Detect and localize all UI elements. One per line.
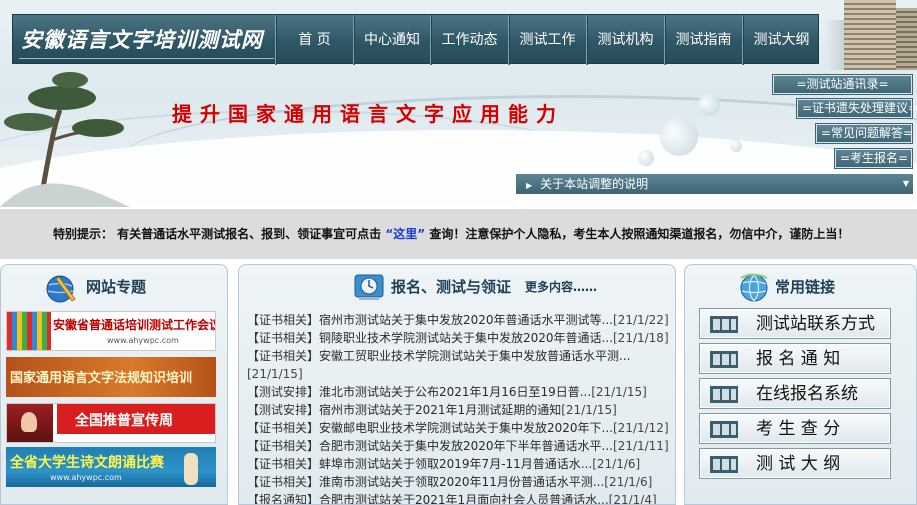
film-icon [710, 316, 738, 333]
globe-icon [740, 273, 768, 302]
triangle-down-icon: ▼ [902, 179, 909, 188]
link-score-query[interactable]: 考 生 查 分 [699, 413, 891, 444]
decor-bubble [730, 140, 742, 152]
decor-bubble [698, 94, 720, 116]
site-notice-text: 关于本站调整的说明 [540, 177, 649, 191]
list-item[interactable]: 【证书相关】安徽邮电职业技术学院测试站关于集中发放2020年下...[21/1/… [247, 419, 672, 437]
link-label: 测试站联系方式 [756, 314, 875, 334]
topics-title: 网站专题 [86, 278, 147, 296]
special-notice-suffix: 查询！注意保护个人隐私，考生本人按照通知渠道报名，勿信中介，谨防上当！ [429, 227, 850, 241]
nav-testing-work[interactable]: 测试工作 [508, 15, 586, 65]
nav-testing-syllabus[interactable]: 测试大纲 [742, 15, 820, 65]
triangle-right-icon: ▶ [526, 181, 533, 190]
links-title: 常用链接 [775, 278, 836, 296]
news-more-link[interactable]: 更多内容…… [525, 278, 597, 295]
pine-tree-image [0, 72, 130, 207]
page: 安徽语言文字培训测试网 首 页 中心通知 工作动态 测试工作 测试机构 测试指南… [0, 0, 917, 505]
list-item[interactable]: 【报名通知】合肥市测试站关于2021年1月面向社会人员普通话水...[21/1/… [247, 491, 672, 504]
list-item[interactable]: 【证书相关】淮南市测试站关于领取2020年11月份普通话水平测...[21/1/… [247, 473, 672, 491]
list-item[interactable]: 【证书相关】宿州市测试站关于集中发放2020年普通话水平测试等...[21/1/… [247, 311, 672, 329]
link-label: 报 名 通 知 [756, 349, 841, 369]
link-label: 在线报名系统 [756, 384, 858, 404]
nav-work-news[interactable]: 工作动态 [430, 15, 508, 65]
quick-link-lost-certificate[interactable]: =证书遗失处理建议= [796, 98, 917, 119]
film-icon [710, 456, 738, 473]
site-notice-bar[interactable]: ▶ 关于本站调整的说明 ▼ [516, 174, 913, 194]
monitor-clock-icon [354, 274, 384, 300]
link-test-syllabus[interactable]: 测 试 大 纲 [699, 448, 891, 479]
film-icon [710, 386, 738, 403]
topic-banner-poetry-contest[interactable]: 全省大学生诗文朗诵比赛 www.ahywpc.com [6, 447, 216, 487]
news-panel: 报名、测试与领证 更多内容…… 【证书相关】宿州市测试站关于集中发放2020年普… [238, 264, 676, 505]
links-panel: 常用链接 测试站联系方式 报 名 通 知 在线报名系统 考 生 查 分 测 试 … [684, 264, 917, 505]
topic-banner-training-meeting[interactable]: 安徽省普通话培训测试工作会议 www.ahywpc.com [6, 311, 216, 351]
list-item[interactable]: 【测试安排】宿州市测试站关于2021年1月测试延期的通知[21/1/15] [247, 401, 672, 419]
logo-underline [19, 58, 274, 59]
site-logo[interactable]: 安徽语言文字培训测试网 [21, 23, 273, 57]
top-nav-bar: 安徽语言文字培训测试网 首 页 中心通知 工作动态 测试工作 测试机构 测试指南… [12, 14, 820, 65]
film-icon [710, 351, 738, 368]
link-station-contacts[interactable]: 测试站联系方式 [699, 308, 891, 339]
quick-link-directory[interactable]: =测试站通讯录= [772, 74, 913, 95]
film-icon [710, 421, 738, 438]
link-label: 测 试 大 纲 [756, 454, 841, 474]
building-photo [826, 0, 917, 70]
list-item[interactable]: 【证书相关】铜陵职业技术学院测试站关于集中发放2020年普通话...[21/1/… [247, 329, 672, 347]
decor-bubble [660, 118, 698, 156]
topic-banner-law-training[interactable]: 国家通用语言文字法规知识培训 [6, 357, 216, 397]
special-notice-link[interactable]: “这里” [385, 227, 425, 241]
globe-pen-icon [46, 275, 76, 303]
nav-testing-agencies[interactable]: 测试机构 [586, 15, 664, 65]
slogan: 提升国家通用语言文字应用能力 [172, 102, 564, 126]
news-title: 报名、测试与领证 [391, 278, 512, 296]
topics-panel: 网站专题 安徽省普通话培训测试工作会议 www.ahywpc.com 国家通用语… [0, 264, 228, 505]
nav-center-notices[interactable]: 中心通知 [353, 15, 430, 65]
quick-link-registration[interactable]: =考生报名= [834, 148, 913, 169]
nav-testing-guide[interactable]: 测试指南 [664, 15, 742, 65]
special-notice: 特别提示： 有关普通话水平测试报名、报到、领证事宜可点击 “这里” 查询！注意保… [0, 209, 917, 259]
link-registration-notice[interactable]: 报 名 通 知 [699, 343, 891, 374]
list-item[interactable]: 【证书相关】蚌埠市测试站关于领取2019年7月-11月普通话水...[21/1/… [247, 455, 672, 473]
header-banner: 安徽语言文字培训测试网 首 页 中心通知 工作动态 测试工作 测试机构 测试指南… [0, 0, 917, 207]
topic-banner-promotion-week[interactable]: 全国推普宣传周 [6, 403, 216, 443]
main-nav: 首 页 中心通知 工作动态 测试工作 测试机构 测试指南 测试大纲 [275, 15, 820, 65]
list-item[interactable]: 【证书相关】安徽工贸职业技术学院测试站关于集中发放普通话水平测... [21/1/… [247, 347, 672, 383]
link-label: 考 生 查 分 [756, 419, 841, 439]
decor-bubble [638, 150, 654, 166]
quick-link-faq[interactable]: =常见问题解答= [815, 123, 913, 144]
link-online-registration[interactable]: 在线报名系统 [699, 378, 891, 409]
nav-home[interactable]: 首 页 [275, 15, 353, 65]
news-list: 【证书相关】宿州市测试站关于集中发放2020年普通话水平测试等...[21/1/… [247, 311, 672, 504]
list-item[interactable]: 【测试安排】淮北市测试站关于公布2021年1月16日至19日普...[21/1/… [247, 383, 672, 401]
list-item[interactable]: 【证书相关】合肥市测试站关于集中发放2020年下半年普通话水平...[21/1/… [247, 437, 672, 455]
special-notice-prefix: 特别提示： 有关普通话水平测试报名、报到、领证事宜可点击 [53, 227, 382, 241]
